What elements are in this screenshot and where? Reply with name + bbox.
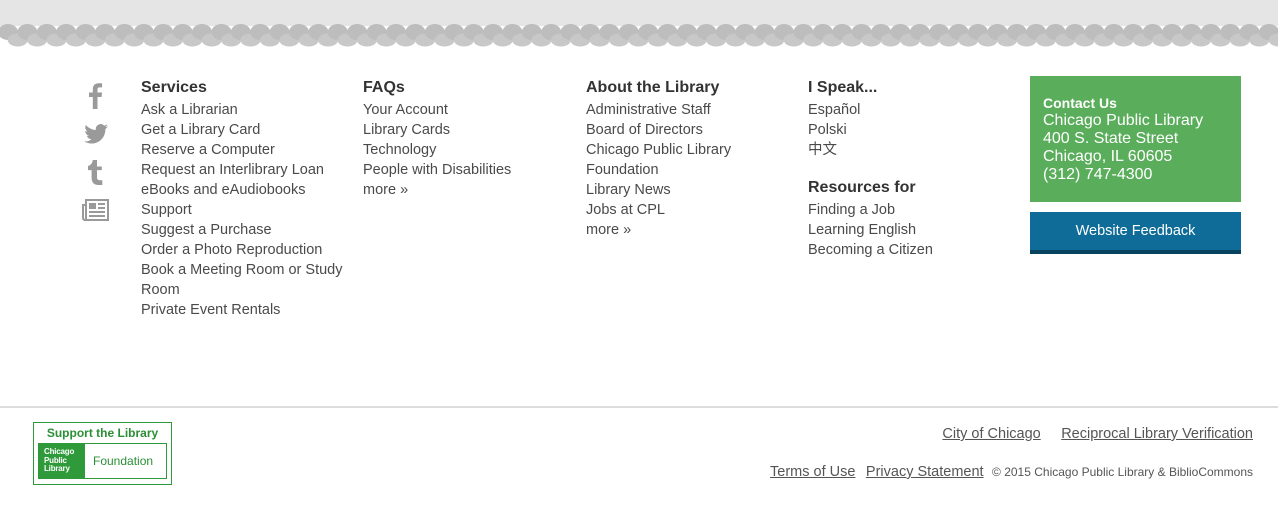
resources-link[interactable]: Becoming a Citizen [808, 240, 1018, 260]
faqs-link[interactable]: Your Account [363, 100, 573, 120]
support-logo-foundation: Foundation [93, 454, 154, 468]
services-list: Ask a Librarian Get a Library Card Reserve… [141, 100, 356, 320]
support-logo-inner: Chicago Public Library Foundation [38, 443, 167, 479]
contact-box[interactable]: Contact Us Chicago Public Library 400 S.… [1030, 76, 1241, 202]
website-feedback-button[interactable]: Website Feedback [1030, 212, 1241, 254]
about-link[interactable]: Board of Directors [586, 120, 796, 140]
services-link[interactable]: Support [141, 200, 356, 220]
resources-heading: Resources for [808, 179, 916, 196]
contact-city: Chicago, IL 60605 [1043, 148, 1173, 165]
language-link[interactable]: 中文 [808, 140, 1018, 160]
facebook-icon[interactable] [82, 82, 110, 110]
copyright-text: © 2015 Chicago Public Library & BiblioCo… [992, 465, 1253, 479]
privacy-statement-link[interactable]: Privacy Statement [866, 464, 984, 480]
faqs-link[interactable]: Technology [363, 140, 573, 160]
services-link[interactable]: Reserve a Computer [141, 140, 356, 160]
footer-links-row-1: City of Chicago Reciprocal Library Verif… [764, 425, 1253, 443]
about-link[interactable]: Administrative Staff [586, 100, 796, 120]
about-heading: About the Library [586, 79, 720, 96]
social-links [82, 82, 112, 234]
services-link[interactable]: Order a Photo Reproduction [141, 240, 356, 260]
footer-links: City of Chicago Reciprocal Library Verif… [764, 425, 1253, 481]
terms-of-use-link[interactable]: Terms of Use [770, 464, 855, 480]
about-link[interactable]: more » [586, 220, 796, 240]
support-the-library-logo[interactable]: Support the Library Chicago Public Libra… [33, 422, 172, 485]
faqs-link[interactable]: more » [363, 180, 573, 200]
about-link[interactable]: Chicago Public Library [586, 140, 796, 160]
about-list: Administrative Staff Board of Directors Ch… [586, 100, 796, 240]
about-column: About the Library Administrative Staff Bo… [586, 78, 796, 240]
services-column: Services Ask a Librarian Get a Library Ca… [141, 78, 356, 320]
newsletter-icon[interactable] [82, 196, 110, 224]
faqs-heading: FAQs [363, 79, 405, 96]
language-column: I Speak... Español Polski 中文 Resources for… [808, 78, 1018, 260]
resources-link[interactable]: Finding a Job [808, 200, 1018, 220]
support-logo-title: Support the Library [46, 426, 159, 440]
footer-links-row-2: Terms of Use Privacy Statement © 2015 Ch… [764, 463, 1253, 481]
services-link[interactable]: Request an Interlibrary Loan [141, 160, 356, 180]
contact-phone[interactable]: (312) 747-4300 [1043, 166, 1228, 184]
mark-line-3: Library [44, 464, 70, 473]
about-link[interactable]: Foundation [586, 160, 796, 180]
about-link[interactable]: Library News [586, 180, 796, 200]
language-list: Español Polski 中文 [808, 100, 1018, 160]
footer-divider [0, 406, 1278, 408]
services-link[interactable]: Book a Meeting Room or Study [141, 260, 356, 280]
resources-list: Finding a Job Learning English Becoming a … [808, 200, 1018, 260]
top-band [0, 0, 1278, 26]
faqs-list: Your Account Library Cards Technology Peopl… [363, 100, 573, 200]
services-link[interactable]: Suggest a Purchase [141, 220, 356, 240]
contact-street: 400 S. State Street [1043, 130, 1179, 147]
language-link[interactable]: Español [808, 100, 1018, 120]
twitter-icon[interactable] [82, 120, 110, 148]
faqs-link[interactable]: Library Cards [363, 120, 573, 140]
resources-link[interactable]: Learning English [808, 220, 1018, 240]
speak-heading: I Speak... [808, 79, 878, 96]
services-link[interactable]: Private Event Rentals [141, 300, 356, 320]
about-link[interactable]: Jobs at CPL [586, 200, 796, 220]
city-of-chicago-link[interactable]: City of Chicago [942, 426, 1040, 442]
reciprocal-verification-link[interactable]: Reciprocal Library Verification [1061, 426, 1253, 442]
scallop-border [0, 24, 1278, 47]
services-heading: Services [141, 79, 207, 96]
contact-name: Chicago Public Library [1043, 112, 1204, 129]
services-link[interactable]: eBooks and eAudiobooks [141, 180, 356, 200]
services-link[interactable]: Get a Library Card [141, 120, 356, 140]
faqs-column: FAQs Your Account Library Cards Technology… [363, 78, 573, 200]
services-link[interactable]: Room [141, 280, 356, 300]
chicago-public-library-mark: Chicago Public Library [39, 444, 85, 478]
tumblr-icon[interactable] [82, 158, 110, 186]
services-link[interactable]: Ask a Librarian [141, 100, 356, 120]
faqs-link[interactable]: People with Disabilities [363, 160, 573, 180]
contact-title[interactable]: Contact Us [1043, 94, 1228, 112]
language-link[interactable]: Polski [808, 120, 1018, 140]
